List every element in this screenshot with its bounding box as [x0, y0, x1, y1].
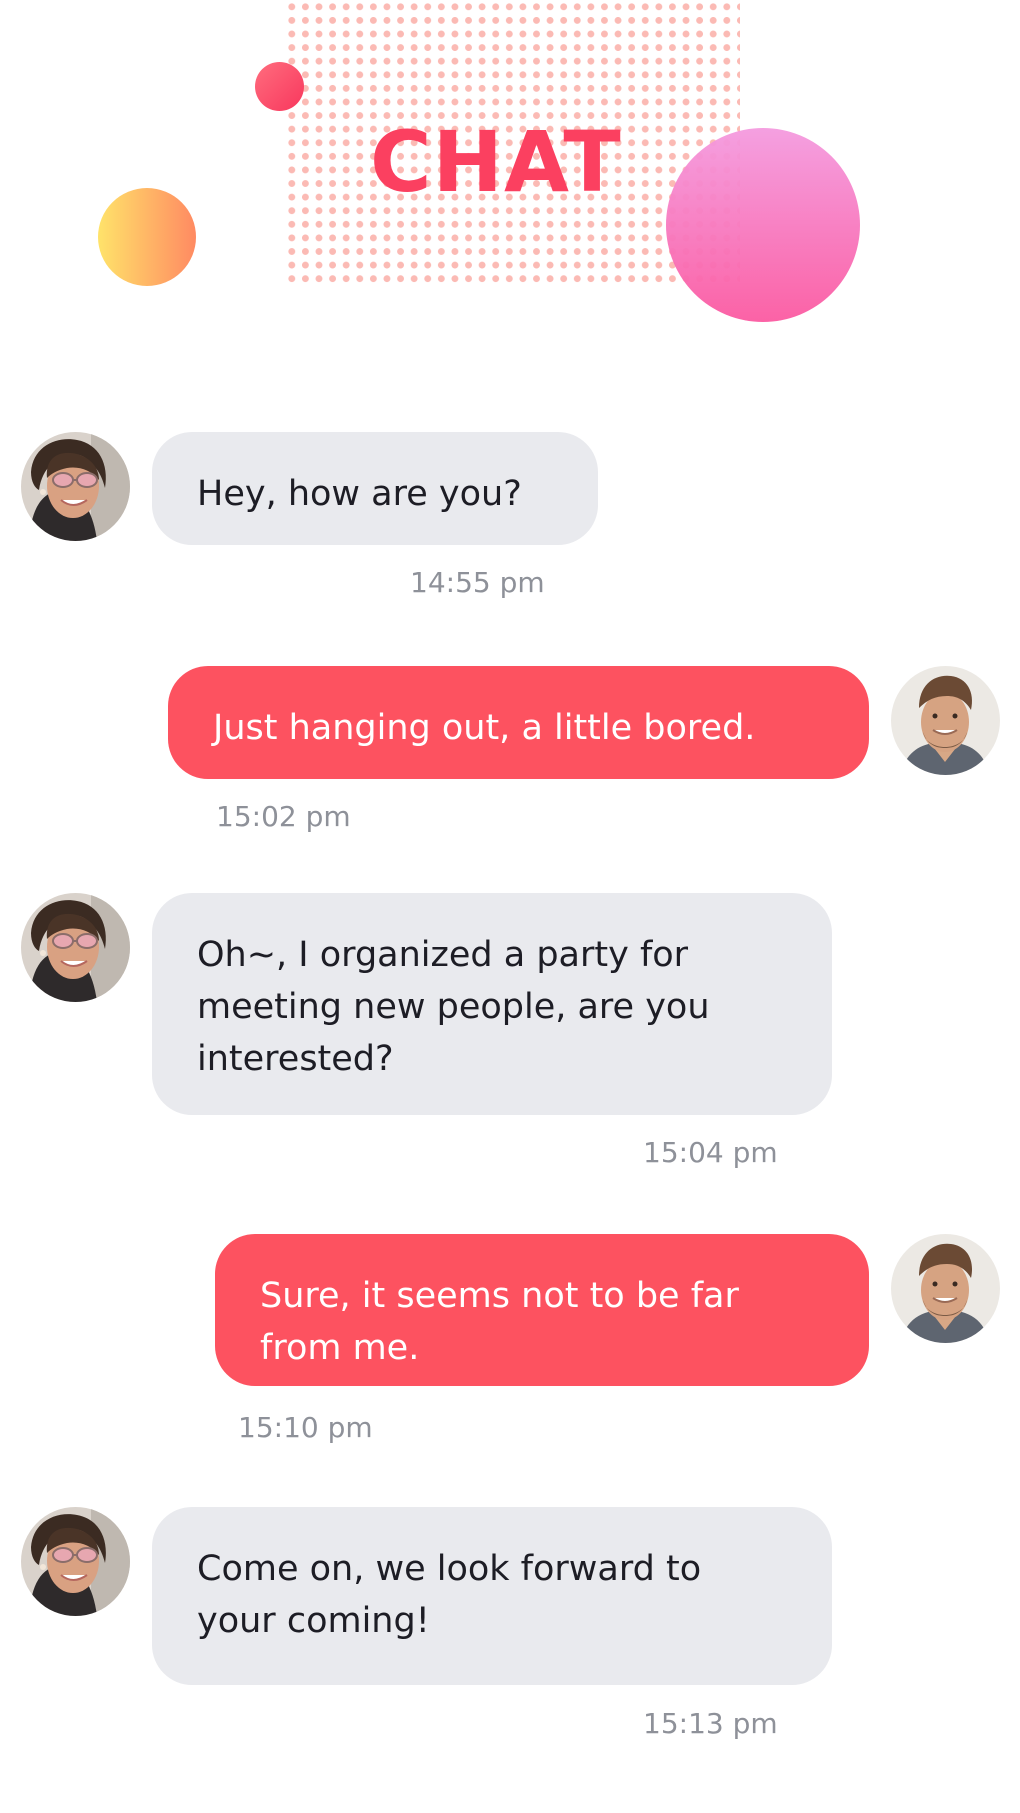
message-timestamp: 15:04 pm	[643, 1136, 778, 1169]
sent-message-bubble[interactable]: Just hanging out, a little bored.	[168, 666, 869, 779]
received-message-bubble[interactable]: Hey, how are you?	[152, 432, 598, 545]
yellow-circle-decoration	[98, 188, 196, 286]
user-avatar[interactable]	[891, 1234, 1000, 1343]
received-message-bubble[interactable]: Oh~, I organized a party for meeting new…	[152, 893, 832, 1115]
contact-avatar[interactable]	[21, 432, 130, 541]
pink-circle-decoration	[666, 128, 860, 322]
user-avatar[interactable]	[891, 666, 1000, 775]
message-timestamp: 14:55 pm	[410, 566, 545, 599]
received-message-bubble[interactable]: Come on, we look forward to your coming!	[152, 1507, 832, 1685]
sent-message-bubble[interactable]: Sure, it seems not to be far from me.	[215, 1234, 869, 1386]
contact-avatar[interactable]	[21, 893, 130, 1002]
message-timestamp: 15:13 pm	[643, 1707, 778, 1740]
message-timestamp: 15:02 pm	[216, 800, 351, 833]
red-circle-decoration	[255, 62, 304, 111]
chat-header: CHAT	[0, 0, 1020, 330]
page-title: CHAT	[370, 113, 622, 211]
contact-avatar[interactable]	[21, 1507, 130, 1616]
message-timestamp: 15:10 pm	[238, 1411, 373, 1444]
